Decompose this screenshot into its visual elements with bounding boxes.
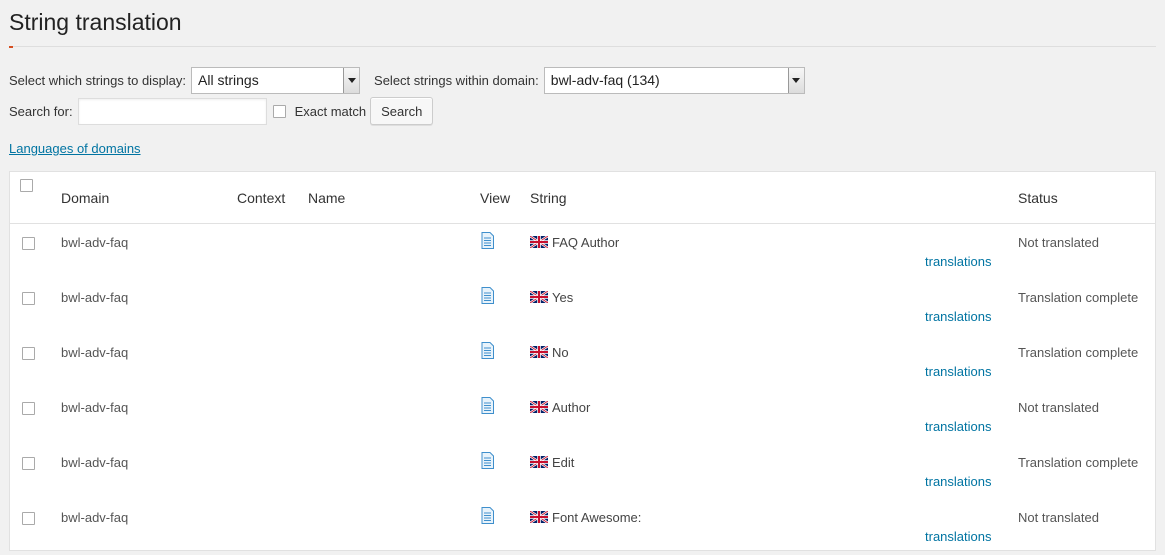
document-icon[interactable] (481, 287, 494, 304)
row-domain: bwl-adv-faq (61, 290, 129, 305)
row-string-cell: FAQ Author (530, 235, 619, 250)
row-checkbox[interactable] (22, 457, 35, 470)
row-domain: bwl-adv-faq (61, 455, 129, 470)
display-filter-label: Select which strings to display: (9, 72, 187, 88)
row-string-cell: Edit (530, 455, 574, 470)
translations-link[interactable]: translations (925, 254, 991, 269)
header-string[interactable]: String (530, 190, 567, 206)
filter-row-search: Search for: Exact match Search (9, 96, 434, 126)
domain-select[interactable]: bwl-adv-faq (134) (543, 66, 805, 94)
document-icon[interactable] (481, 232, 494, 249)
row-checkbox[interactable] (22, 402, 35, 415)
row-string: No (552, 345, 569, 360)
chevron-down-icon[interactable] (343, 67, 360, 93)
document-icon[interactable] (481, 452, 494, 469)
document-icon[interactable] (481, 507, 494, 524)
row-string-cell: Yes (530, 290, 573, 305)
row-string-cell: Font Awesome: (530, 510, 641, 525)
title-accent (9, 46, 13, 48)
document-icon[interactable] (481, 342, 494, 359)
search-input[interactable] (77, 97, 267, 125)
table-row: bwl-adv-faq No translations Translation … (10, 335, 1155, 390)
select-all-checkbox[interactable] (20, 179, 33, 192)
translations-link[interactable]: translations (925, 364, 991, 379)
chevron-down-icon[interactable] (787, 67, 804, 93)
translations-link[interactable]: translations (925, 474, 991, 489)
row-status: Translation complete (1018, 455, 1139, 470)
row-domain: bwl-adv-faq (61, 510, 129, 525)
uk-flag-icon (530, 291, 548, 303)
header-name[interactable]: Name (308, 190, 345, 206)
exact-match-label: Exact match (294, 103, 367, 119)
row-string: Author (552, 400, 591, 415)
row-checkbox[interactable] (22, 237, 35, 250)
row-string: Yes (552, 290, 574, 305)
header-view: View (480, 190, 511, 206)
row-status: Translation complete (1018, 345, 1139, 360)
uk-flag-icon (530, 346, 548, 358)
domain-filter-label: Select strings within domain: (374, 72, 539, 88)
uk-flag-icon (530, 401, 548, 413)
search-button[interactable]: Search (370, 97, 434, 125)
strings-table: Domain Context Name View String Status b… (9, 171, 1156, 551)
translations-link[interactable]: translations (925, 529, 991, 544)
header-context[interactable]: Context (237, 190, 285, 206)
header-status[interactable]: Status (1018, 190, 1058, 206)
exact-match-checkbox[interactable] (272, 104, 286, 118)
row-status: Not translated (1018, 510, 1099, 525)
uk-flag-icon (530, 511, 548, 523)
row-domain: bwl-adv-faq (61, 345, 129, 360)
translations-link[interactable]: translations (925, 419, 991, 434)
table-header: Domain Context Name View String Status (10, 172, 1155, 224)
row-domain: bwl-adv-faq (61, 235, 129, 250)
row-string: Font Awesome: (552, 510, 642, 525)
filter-row-display: Select which strings to display: All str… (9, 66, 805, 94)
header-domain[interactable]: Domain (61, 190, 109, 206)
row-checkbox[interactable] (22, 347, 35, 360)
row-domain: bwl-adv-faq (61, 400, 129, 415)
row-checkbox[interactable] (22, 512, 35, 525)
row-string: FAQ Author (552, 235, 620, 250)
uk-flag-icon (530, 236, 548, 248)
translations-link[interactable]: translations (925, 309, 991, 324)
row-status: Not translated (1018, 235, 1099, 250)
title-divider (9, 46, 1156, 47)
row-checkbox[interactable] (22, 292, 35, 305)
search-label: Search for: (9, 103, 73, 119)
row-status: Translation complete (1018, 290, 1139, 305)
display-select[interactable]: All strings (191, 66, 361, 94)
domain-select-value: bwl-adv-faq (134) (550, 72, 660, 88)
row-status: Not translated (1018, 400, 1099, 415)
uk-flag-icon (530, 456, 548, 468)
languages-of-domains-link[interactable]: Languages of domains (9, 141, 141, 156)
row-string-cell: No (530, 345, 569, 360)
page-title: String translation (9, 9, 182, 35)
table-row: bwl-adv-faq FAQ Author translations Not … (10, 225, 1155, 280)
display-select-value: All strings (198, 72, 259, 88)
table-row: bwl-adv-faq Author translations Not tran… (10, 390, 1155, 445)
table-row: bwl-adv-faq Yes translations Translation… (10, 280, 1155, 335)
row-string: Edit (552, 455, 575, 470)
document-icon[interactable] (481, 397, 494, 414)
table-row: bwl-adv-faq Edit translations Translatio… (10, 445, 1155, 500)
row-string-cell: Author (530, 400, 590, 415)
